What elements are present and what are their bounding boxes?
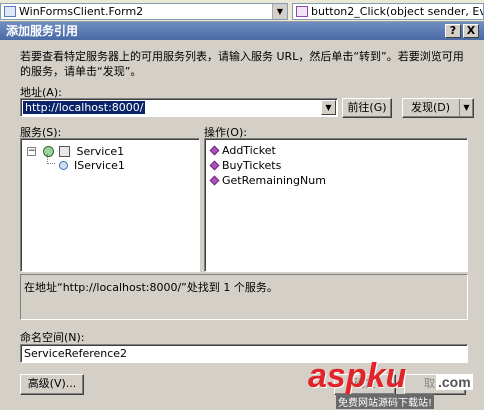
services-tree[interactable]: − Service1 IService1 bbox=[20, 138, 200, 272]
dialog-title-bar[interactable]: 添加服务引用 ? X bbox=[0, 22, 484, 40]
address-input[interactable]: http://localhost:8000/ bbox=[23, 101, 146, 114]
class-combo-text: WinFormsClient.Form2 bbox=[19, 5, 144, 18]
dialog-title: 添加服务引用 bbox=[6, 24, 79, 38]
chevron-down-icon[interactable]: ▼ bbox=[459, 99, 473, 117]
class-icon bbox=[4, 6, 16, 17]
namespace-value: ServiceReference2 bbox=[24, 347, 128, 360]
status-text: 在地址“http://localhost:8000/”处找到 1 个服务。 bbox=[24, 281, 278, 294]
tree-node-iservice1[interactable]: IService1 bbox=[47, 154, 125, 172]
service-ref-icon bbox=[59, 145, 70, 157]
method-icon bbox=[296, 6, 308, 17]
go-button[interactable]: 前往(G) bbox=[342, 98, 392, 118]
collapse-icon[interactable]: − bbox=[27, 146, 36, 156]
chevron-down-icon[interactable]: ▼ bbox=[321, 100, 336, 115]
method-icon bbox=[209, 160, 220, 171]
help-button[interactable]: ? bbox=[445, 24, 461, 38]
ide-toolbar-strip: WinFormsClient.Form2 ▼ button2_Click(obj… bbox=[0, 0, 484, 22]
address-combo[interactable]: http://localhost:8000/ ▼ bbox=[20, 98, 338, 117]
site-watermark: aspku .com 免费网站源码下载站! bbox=[308, 357, 478, 409]
status-panel: 在地址“http://localhost:8000/”处找到 1 个服务。 bbox=[20, 274, 468, 320]
class-combo[interactable]: WinFormsClient.Form2 ▼ bbox=[0, 3, 288, 20]
interface-icon bbox=[58, 160, 68, 170]
tree-node-service1[interactable]: − Service1 bbox=[27, 143, 124, 158]
instructions-text: 若要查看特定服务器上的可用服务列表，请输入服务 URL，然后单击“转到”。若要浏… bbox=[20, 50, 464, 78]
discover-button[interactable]: 发现(D) ▼ bbox=[402, 98, 474, 118]
advanced-button[interactable]: 高级(V)... bbox=[20, 374, 84, 395]
operation-item[interactable]: GetRemainingNum bbox=[209, 173, 326, 188]
method-icon bbox=[209, 175, 220, 186]
operations-list[interactable]: AddTicket BuyTickets GetRemainingNum bbox=[204, 138, 468, 272]
watermark-suffix: .com bbox=[436, 374, 473, 390]
method-icon bbox=[209, 145, 220, 156]
tree-node-label: IService1 bbox=[74, 158, 125, 172]
member-combo-text: button2_Click(object sender, EventArgs bbox=[311, 5, 483, 18]
tree-node-label: Service1 bbox=[76, 144, 125, 158]
watermark-brand: aspku bbox=[308, 357, 407, 395]
chevron-down-icon[interactable]: ▼ bbox=[272, 4, 287, 19]
operation-item[interactable]: BuyTickets bbox=[209, 158, 281, 173]
watermark-tagline: 免费网站源码下载站! bbox=[336, 394, 435, 409]
namespace-label: 命名空间(N): bbox=[20, 331, 85, 344]
operation-item[interactable]: AddTicket bbox=[209, 143, 276, 158]
member-combo[interactable]: button2_Click(object sender, EventArgs bbox=[292, 3, 484, 20]
discover-button-label: 发现(D) bbox=[411, 101, 451, 114]
close-button[interactable]: X bbox=[463, 24, 479, 38]
